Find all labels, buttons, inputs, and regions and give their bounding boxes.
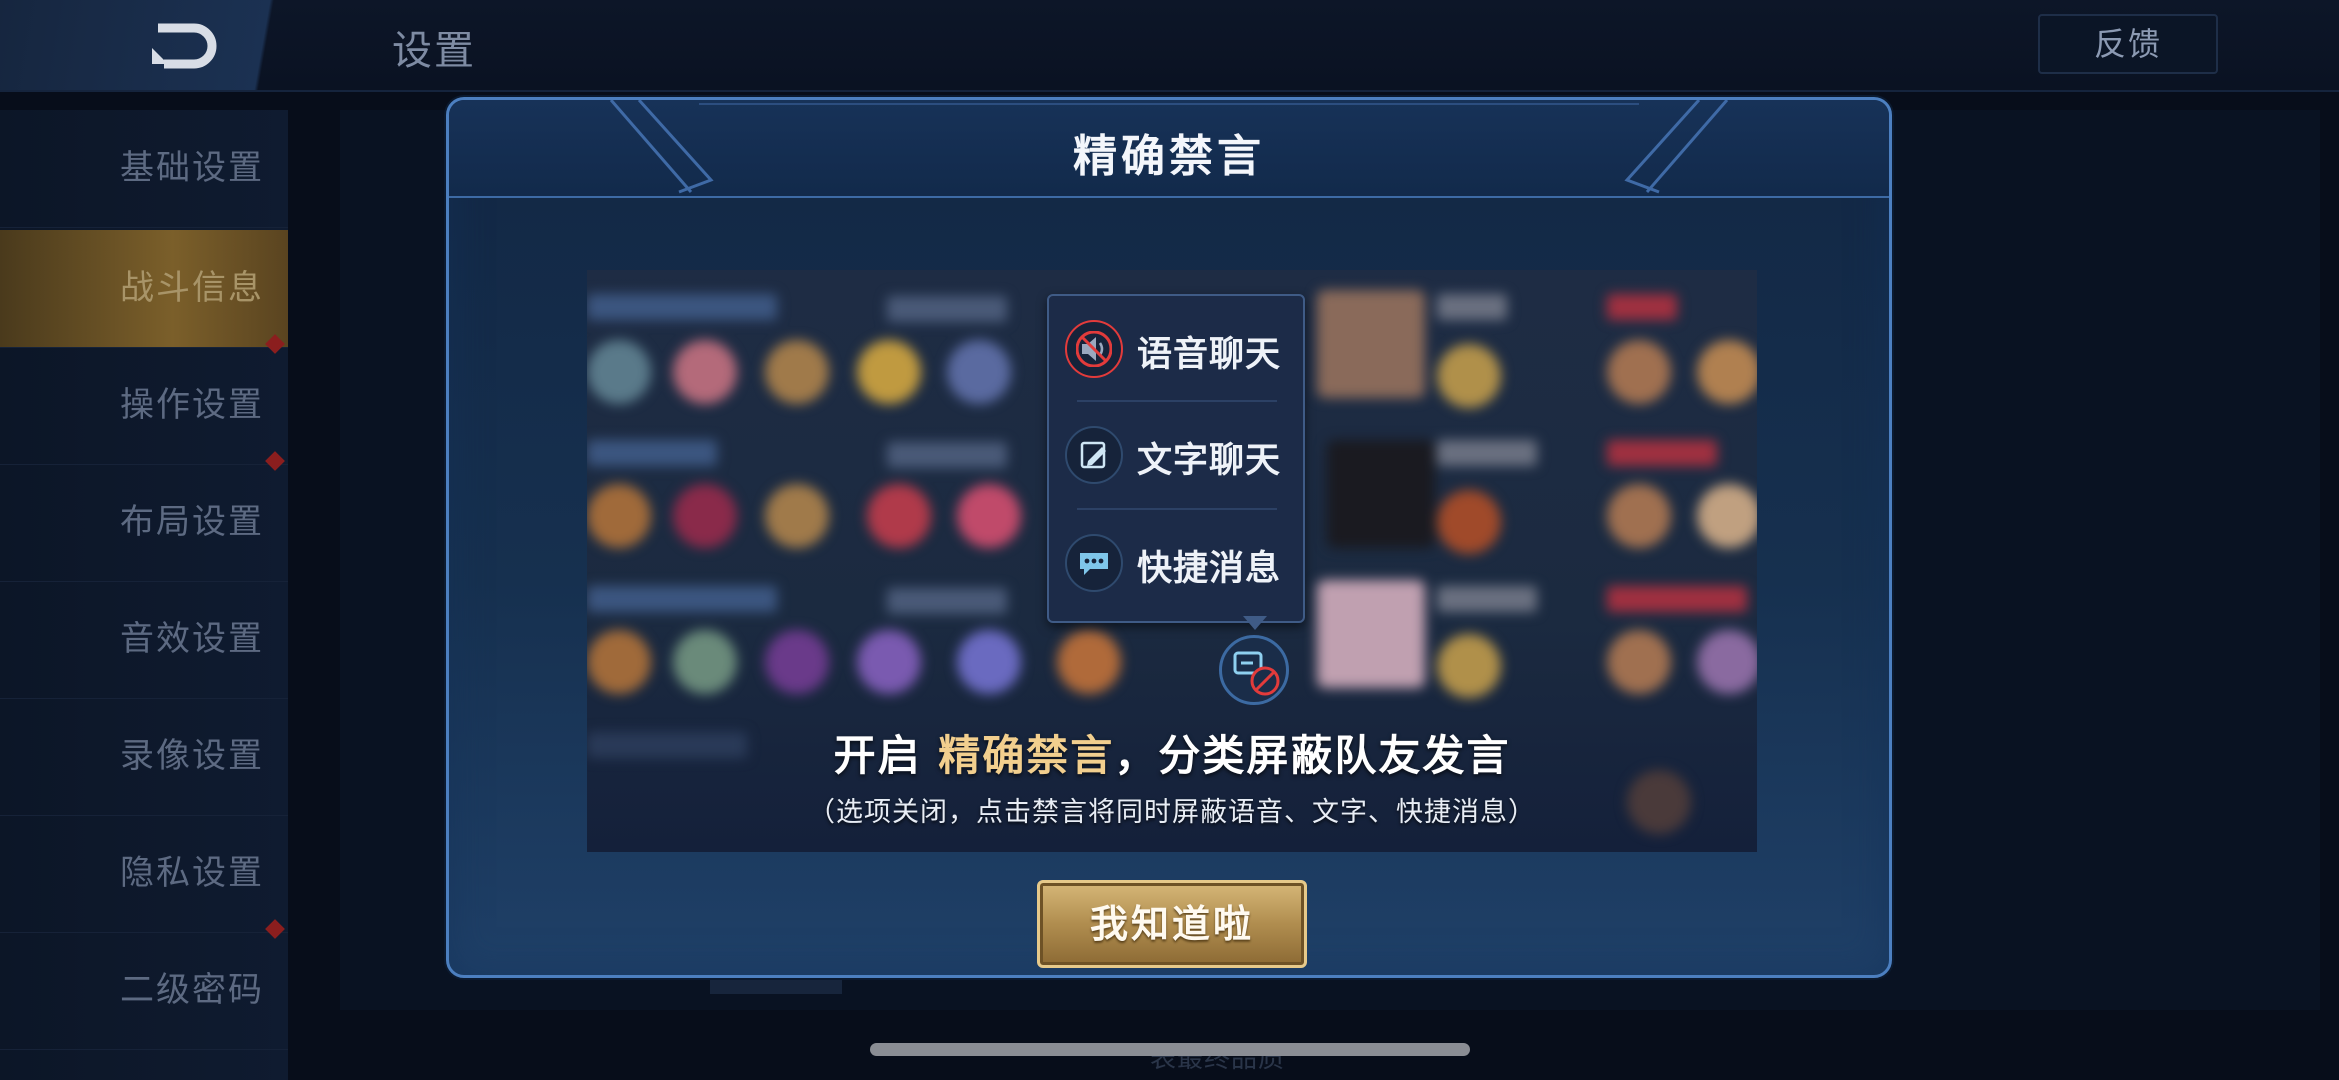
item-icon — [1057, 630, 1121, 694]
sidebar-item-label: 隐私设置 — [120, 853, 264, 893]
hero-portrait — [1327, 440, 1435, 548]
item-icon — [587, 340, 651, 404]
item-icon — [765, 630, 829, 694]
badge-icon — [1607, 484, 1671, 548]
option-voice-chat[interactable]: 语音聊天 — [1049, 298, 1303, 398]
sidebar-item-label: 基础设置 — [120, 148, 264, 188]
sidebar-item-label: 操作设置 — [120, 385, 264, 425]
item-icon — [957, 630, 1021, 694]
item-icon — [673, 340, 737, 404]
rank-icon — [1437, 490, 1501, 554]
sidebar-item-label: 二级密码 — [120, 970, 264, 1010]
kda-text — [887, 588, 1007, 614]
tag-text — [1607, 586, 1747, 612]
sidebar-item-controls[interactable]: 操作设置 — [0, 334, 288, 465]
option-quick-message[interactable]: 快捷消息 — [1049, 512, 1303, 612]
chat-mute-toggle-icon[interactable] — [1219, 635, 1289, 705]
sidebar-item-label: 音效设置 — [120, 619, 264, 659]
item-icon — [947, 340, 1011, 404]
hero-name — [1437, 586, 1537, 612]
caption-suffix: ，分类屏蔽队友发言 — [1114, 731, 1511, 780]
sidebar-item-sound[interactable]: 音效设置 — [0, 581, 288, 699]
badge-icon — [1697, 484, 1757, 548]
caption-prefix: 开启 — [833, 731, 939, 780]
settings-sidebar: 基础设置 战斗信息 操作设置 布局设置 音效设置 录像设置 隐私设置 二级密码 — [0, 110, 288, 1080]
sidebar-item-label: 战斗信息 — [120, 268, 264, 308]
text-edit-icon — [1065, 426, 1123, 484]
home-indicator[interactable] — [870, 1043, 1470, 1056]
feedback-button[interactable]: 反馈 — [2038, 14, 2218, 74]
dialog-title: 精确禁言 — [1073, 131, 1265, 182]
feature-preview-image: 语音聊天 文字聊天 快捷消息 开启 精确禁言，分类屏蔽队友发言 （选项关闭，点击… — [587, 270, 1757, 852]
sidebar-item-label: 布局设置 — [120, 502, 264, 542]
item-icon — [957, 484, 1021, 548]
tag-text — [1607, 440, 1717, 466]
feature-subcaption: （选项关闭，点击禁言将同时屏蔽语音、文字、快捷消息） — [808, 797, 1536, 828]
item-icon — [857, 630, 921, 694]
item-icon — [765, 340, 829, 404]
divider — [1077, 400, 1277, 402]
tag-text — [1607, 294, 1677, 320]
player-name — [587, 586, 777, 612]
badge-icon — [1607, 340, 1671, 404]
hero-portrait — [1317, 580, 1425, 688]
top-bar: 设置 反馈 — [0, 0, 2339, 92]
item-icon — [857, 340, 921, 404]
option-label: 文字聊天 — [1137, 441, 1282, 481]
sidebar-item-replay[interactable]: 录像设置 — [0, 698, 288, 816]
feature-caption: 开启 精确禁言，分类屏蔽队友发言 — [587, 722, 1757, 783]
option-text-chat[interactable]: 文字聊天 — [1049, 404, 1303, 504]
mute-options-popup: 语音聊天 文字聊天 快捷消息 — [1047, 294, 1305, 623]
option-label: 快捷消息 — [1137, 549, 1282, 589]
badge-icon — [1697, 340, 1757, 404]
sidebar-item-battle-info[interactable]: 战斗信息 — [0, 230, 288, 348]
back-arrow-icon — [152, 23, 217, 69]
player-name — [587, 440, 717, 466]
popup-arrow — [1243, 616, 1267, 630]
kda-text — [887, 296, 1007, 322]
caption-highlight: 精确禁言 — [938, 731, 1115, 780]
precise-mute-dialog: 精确禁言 语音聊天 文字聊天 快捷消息 开启 精确禁言，分类屏蔽队友发言 （选项… — [446, 97, 1892, 978]
item-icon — [673, 630, 737, 694]
player-name — [587, 294, 777, 320]
page-title: 设置 — [392, 28, 476, 74]
sidebar-item-privacy[interactable]: 隐私设置 — [0, 815, 288, 933]
sidebar-item-basic[interactable]: 基础设置 — [0, 110, 288, 228]
sidebar-item-password[interactable]: 二级密码 — [0, 919, 288, 1050]
kda-text — [887, 442, 1007, 468]
voice-muted-icon — [1065, 320, 1123, 378]
confirm-button[interactable]: 我知道啦 — [1037, 880, 1307, 968]
dialog-header: 精确禁言 — [449, 100, 1889, 198]
rank-icon — [1437, 344, 1501, 408]
sidebar-item-label: 录像设置 — [120, 736, 264, 776]
item-icon — [867, 484, 931, 548]
rank-icon — [1437, 634, 1501, 698]
hero-name — [1437, 440, 1537, 466]
option-label: 语音聊天 — [1137, 335, 1282, 375]
badge-icon — [1607, 630, 1671, 694]
back-button[interactable] — [0, 0, 370, 90]
quick-message-icon — [1065, 534, 1123, 592]
item-icon — [587, 630, 651, 694]
divider — [1077, 508, 1277, 510]
item-icon — [587, 484, 651, 548]
item-icon — [765, 484, 829, 548]
hero-name — [1437, 294, 1507, 320]
badge-icon — [1697, 630, 1757, 694]
hero-portrait — [1317, 290, 1425, 398]
sidebar-item-layout[interactable]: 布局设置 — [0, 451, 288, 582]
item-icon — [673, 484, 737, 548]
